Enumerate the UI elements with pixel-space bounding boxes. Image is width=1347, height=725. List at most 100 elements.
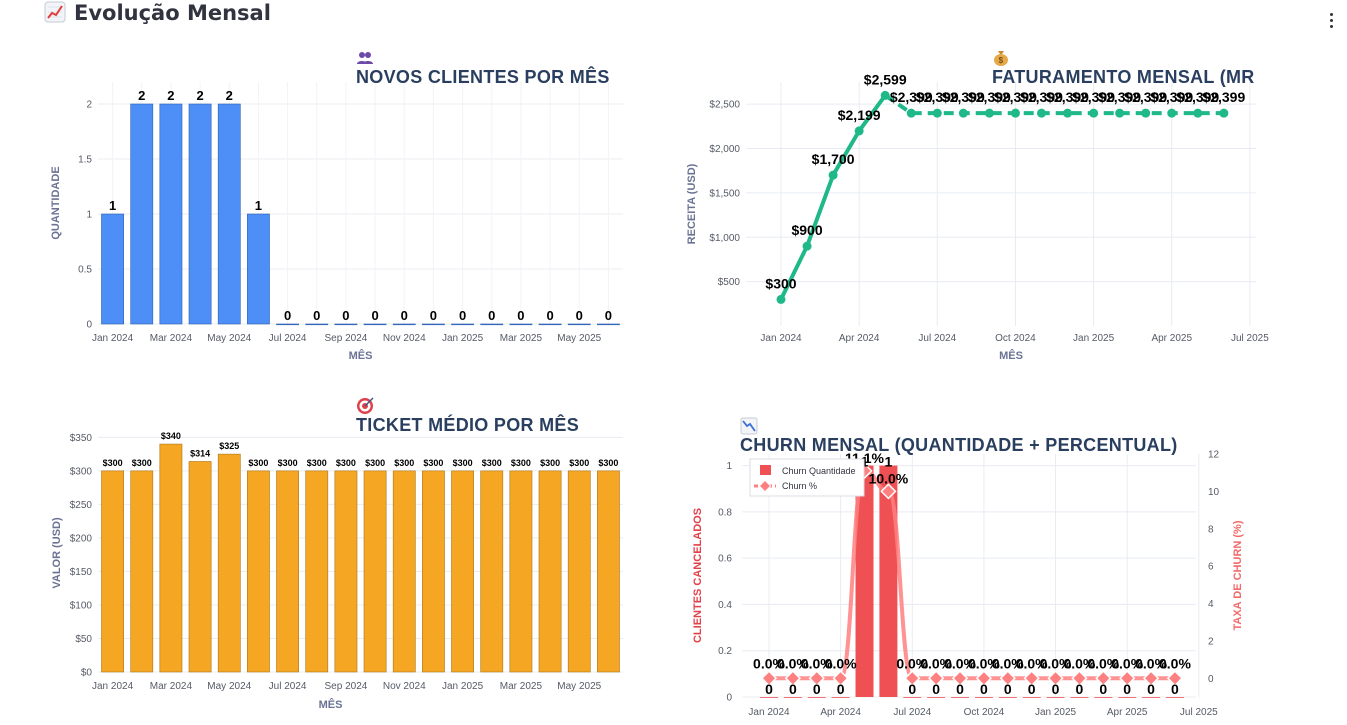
kebab-menu-icon[interactable] [1321, 10, 1341, 32]
novos-data-label: 0 [401, 308, 408, 323]
ticket-data-label: $300 [336, 458, 356, 468]
ticket-data-label: $300 [365, 458, 385, 468]
faturamento-line [779, 94, 887, 301]
churn-bar-data-label: 0 [789, 681, 797, 697]
svg-text:$: $ [999, 56, 1004, 65]
ticket-data-label: $300 [423, 458, 443, 468]
x-tick-label: Apr 2025 [1107, 707, 1148, 718]
y2-tick-label: 8 [1208, 524, 1214, 535]
x-tick-label: Jan 2025 [442, 681, 484, 692]
novos-bar [101, 213, 124, 325]
x-tick-label: Jul 2024 [269, 333, 307, 344]
ticket-data-label: $300 [103, 458, 123, 468]
churn-bar [998, 697, 1017, 698]
x-tick-label: Jul 2024 [269, 681, 307, 692]
ticket-bar [217, 453, 241, 673]
ticket-bar [276, 470, 299, 673]
ticket-data-label: $300 [482, 458, 502, 468]
x-tick-label: Jan 2024 [92, 681, 134, 692]
churn-bar [831, 697, 850, 698]
novos-bar [451, 323, 474, 326]
churn-bar-data-label: 0 [1171, 681, 1179, 697]
ticket-data-label: $300 [598, 458, 618, 468]
y-tick-label: 0.4 [718, 600, 732, 611]
ticket-bar [363, 470, 387, 673]
novos-bar [597, 323, 620, 326]
faturamento-point [1010, 108, 1020, 118]
novos-data-label: 1 [109, 198, 116, 213]
ticket-bar [188, 461, 212, 673]
x-tick-label: Jan 2025 [1035, 707, 1077, 718]
y-tick-label: 0.6 [718, 554, 732, 565]
novos-bar [334, 323, 358, 326]
faturamento-data-label: $900 [791, 222, 822, 238]
churn-bar [951, 697, 970, 698]
churn-bar-data-label: 0 [932, 681, 940, 697]
y-tick-label: $500 [718, 277, 741, 288]
ticket-data-label: $340 [161, 431, 181, 441]
ticket-bar [538, 470, 562, 673]
churn-bar [1070, 697, 1089, 698]
y2-tick-label: 12 [1208, 450, 1220, 461]
ticket-data-label: $325 [219, 441, 239, 451]
faturamento-point [984, 108, 994, 118]
x-tick-label: Apr 2024 [820, 707, 861, 718]
x-tick-label: May 2024 [207, 681, 251, 692]
y-tick-label: $250 [70, 500, 93, 511]
x-axis-title: MÊS [349, 349, 373, 362]
y-axis-title: VALOR (USD) [51, 517, 63, 589]
novos-clientes-chart: NOVOS CLIENTES POR MÊS 0 0.5 1 1.5 2 1 2 2 2 2 1 0 0… [40, 40, 640, 370]
churn-bar-data-label: 0 [837, 681, 845, 697]
x-tick-label: Mar 2025 [500, 333, 543, 344]
faturamento-point [828, 170, 838, 180]
faturamento-title-text: FATURAMENTO MENSAL (MR [992, 67, 1255, 87]
churn-title-text: CHURN MENSAL (QUANTIDADE + PERCENTUAL) [740, 435, 1178, 455]
chart-decreasing-icon [740, 417, 758, 435]
churn-bar-data-label: 0 [908, 681, 916, 697]
churn-chart-title: CHURN MENSAL (QUANTIDADE + PERCENTUAL) [740, 417, 1178, 456]
ticket-chart-title: TICKET MÉDIO POR MÊS [356, 397, 579, 436]
faturamento-point [932, 108, 942, 118]
y-tick-label: $200 [70, 533, 93, 544]
x-tick-label: Jul 2025 [1180, 707, 1218, 718]
faturamento-chart: $ FATURAMENTO MENSAL (MR $500 $1,000 $1,500… [680, 40, 1300, 370]
novos-bar [538, 323, 562, 326]
novos-bar [276, 323, 299, 326]
faturamento-data-label: $2,199 [838, 107, 881, 123]
churn-bar [927, 697, 946, 698]
ticket-chart-svg: $0 $50 $100 $150 $200 $250 $300 $350 $300 $300 $34… [51, 431, 623, 711]
faturamento-point [1193, 108, 1203, 118]
y-tick-label: $0 [81, 668, 93, 679]
churn-bar-data-label: 0 [1052, 681, 1060, 697]
y2-tick-label: 4 [1208, 599, 1214, 610]
novos-data-label: 0 [605, 308, 612, 323]
ticket-bar [392, 470, 416, 673]
novos-data-label: 0 [342, 308, 349, 323]
y-axis-title: CLIENTES CANCELADOS [692, 508, 704, 643]
churn-bar-data-label: 0 [956, 681, 964, 697]
y-tick-label: $1,000 [709, 233, 740, 244]
churn-pct-data-label: 0.0% [1159, 655, 1191, 671]
churn-bar [1022, 697, 1041, 698]
ticket-data-label: $300 [278, 458, 298, 468]
churn-bar-data-label: 0 [1076, 681, 1084, 697]
novos-data-label: 0 [459, 308, 466, 323]
ticket-bar [305, 470, 329, 673]
y-tick-label: $350 [70, 433, 93, 444]
ticket-bar [422, 470, 445, 673]
faturamento-point [958, 108, 968, 118]
x-tick-label: Apr 2024 [839, 333, 880, 344]
x-tick-label: Nov 2024 [383, 681, 426, 692]
x-tick-label: Mar 2025 [500, 681, 543, 692]
legend-swatch-bar [760, 465, 771, 475]
page-header: Evolução Mensal [0, 0, 1347, 32]
ticket-bar [247, 470, 270, 673]
faturamento-point [1141, 108, 1151, 118]
y-tick-label: 0.2 [718, 646, 732, 657]
ticket-data-label: $300 [307, 458, 327, 468]
ticket-title-text: TICKET MÉDIO POR MÊS [356, 415, 580, 435]
faturamento-data-label: $300 [765, 275, 796, 291]
x-tick-label: Sep 2024 [325, 333, 368, 344]
churn-bar-data-label: 0 [813, 681, 821, 697]
y-tick-label: $100 [70, 600, 93, 611]
